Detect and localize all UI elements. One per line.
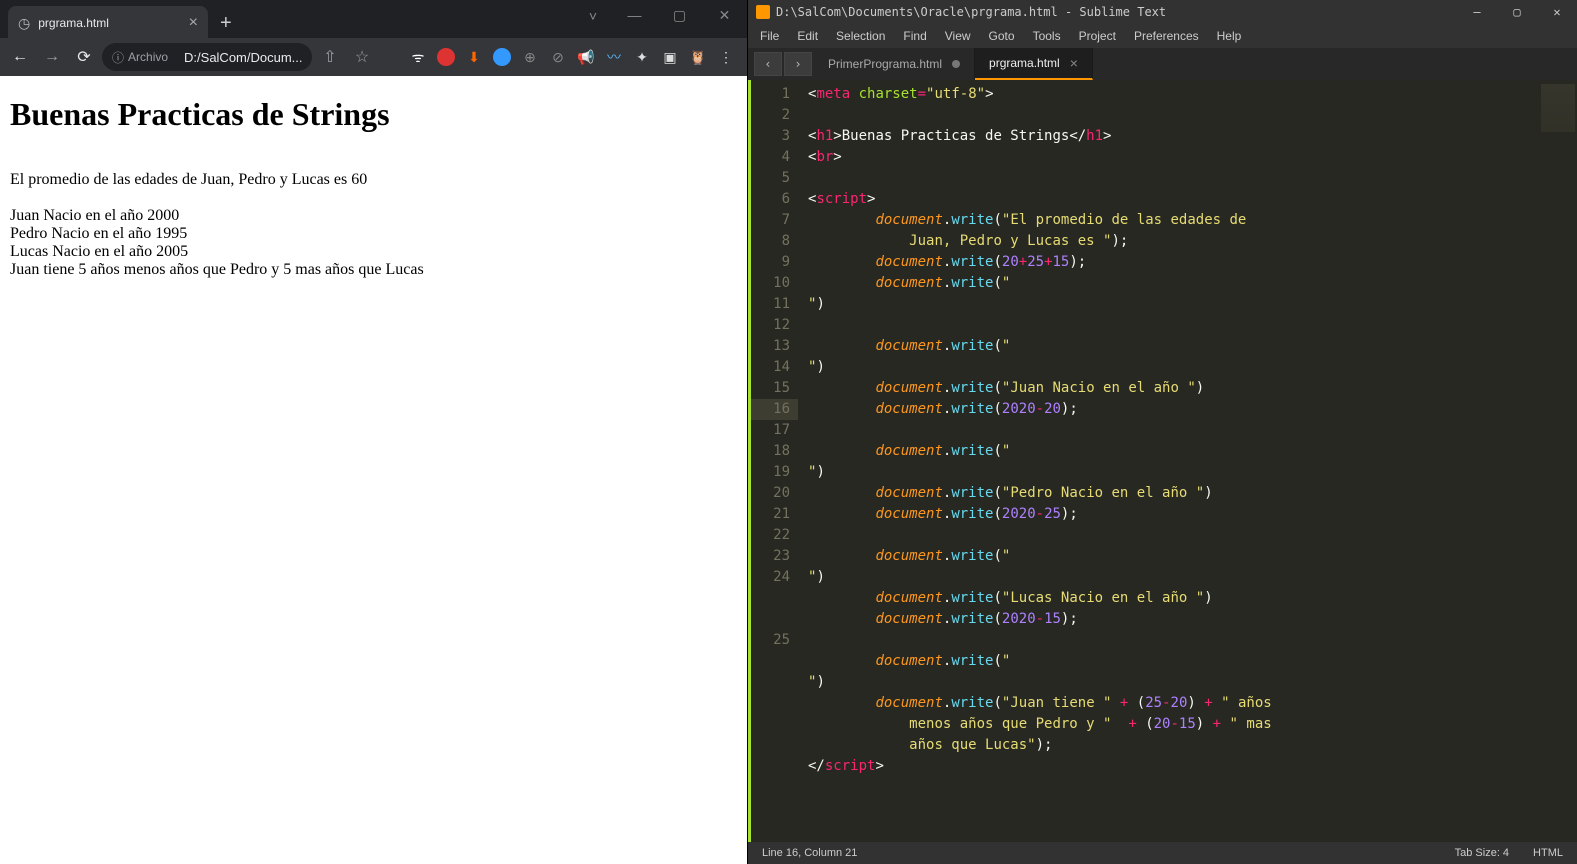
sublime-tab-bar: ‹ › PrimerPrograma.html prgrama.html × [748,48,1577,80]
forward-button[interactable]: → [38,43,66,71]
close-icon[interactable]: × [189,15,198,31]
menu-tools[interactable]: Tools [1025,29,1069,43]
tab-title: prgrama.html [38,16,109,30]
menu-view[interactable]: View [937,29,979,43]
window-controls: — ▢ ✕ [612,0,747,30]
editor-tab[interactable]: PrimerPrograma.html [814,48,975,80]
status-bar: Line 16, Column 21 Tab Size: 4 HTML [748,842,1577,864]
minimize-button[interactable]: — [1457,0,1497,24]
chrome-titlebar[interactable]: ◷ prgrama.html × + ˅ — ▢ ✕ [0,0,747,38]
status-tabsize[interactable]: Tab Size: 4 [1455,847,1509,859]
sidepanel-icon[interactable]: ▣ [661,48,679,66]
tab-nav-back[interactable]: ‹ [754,52,782,76]
sublime-titlebar[interactable]: D:\SalCom\Documents\Oracle\prgrama.html … [748,0,1577,24]
browser-tab[interactable]: ◷ prgrama.html × [8,6,208,40]
extension-icon[interactable]: ⬇ [465,48,483,66]
status-cursor[interactable]: Line 16, Column 21 [762,847,857,859]
page-content: Buenas Practicas de Strings El promedio … [0,76,747,864]
tab-nav-forward[interactable]: › [784,52,812,76]
extension-icon[interactable] [493,48,511,66]
menu-find[interactable]: Find [895,29,934,43]
window-controls: — ▢ ✕ [1457,0,1577,24]
reload-button[interactable]: ⟳ [70,43,98,71]
extension-icons: ᯤ ⬇ ⊕ ⊘ 📢 〰 ✦ ▣ 🦉 ⋮ [386,48,741,66]
tab-search-icon[interactable]: ˅ [589,8,597,24]
code-editor[interactable]: <meta charset="utf-8"> <h1>Buenas Practi… [798,80,1537,842]
minimap[interactable] [1537,80,1577,842]
minimap-viewport[interactable] [1541,84,1575,132]
editor-area: 123456789101112131415161718192021222324 … [748,80,1577,842]
status-lang[interactable]: HTML [1533,847,1563,859]
menu-selection[interactable]: Selection [828,29,893,43]
page-line: Juan Nacio en el año 2000 [10,207,737,225]
minimize-button[interactable]: — [612,0,657,30]
close-window-button[interactable]: ✕ [1537,0,1577,24]
tab-label: PrimerPrograma.html [828,57,942,71]
menu-project[interactable]: Project [1071,29,1124,43]
chrome-window: ◷ prgrama.html × + ˅ — ▢ ✕ ← → ⟳ ⓘ Archi… [0,0,748,864]
menu-file[interactable]: File [752,29,787,43]
sublime-title: D:\SalCom\Documents\Oracle\prgrama.html … [776,5,1166,19]
page-line: Pedro Nacio en el año 1995 [10,225,737,243]
page-line: El promedio de las edades de Juan, Pedro… [10,171,737,189]
page-line: Lucas Nacio en el año 2005 [10,243,737,261]
share-icon[interactable]: ⇧ [316,43,344,71]
editor-tab-active[interactable]: prgrama.html × [975,48,1093,80]
chrome-menu-icon[interactable]: ⋮ [717,48,735,66]
bookmark-icon[interactable]: ☆ [348,43,376,71]
sublime-menubar: File Edit Selection Find View Goto Tools… [748,24,1577,48]
extension-icon[interactable]: 📢 [577,48,595,66]
sublime-window: D:\SalCom\Documents\Oracle\prgrama.html … [748,0,1577,864]
back-button[interactable]: ← [6,43,34,71]
page-line: Juan tiene 5 años menos años que Pedro y… [10,261,737,279]
extension-icon[interactable]: ⊘ [549,48,567,66]
globe-icon: ◷ [18,15,30,32]
page-h1: Buenas Practicas de Strings [10,96,737,133]
extension-icon[interactable]: ⊕ [521,48,539,66]
maximize-button[interactable]: ▢ [1497,0,1537,24]
extension-icon[interactable]: 〰 [605,48,623,66]
menu-goto[interactable]: Goto [981,29,1023,43]
menu-edit[interactable]: Edit [789,29,826,43]
tab-label: prgrama.html [989,56,1060,70]
extension-icon[interactable] [437,48,455,66]
line-gutter[interactable]: 123456789101112131415161718192021222324 … [748,80,798,842]
page-info-icon[interactable]: ⓘ Archivo [112,49,168,66]
extensions-icon[interactable]: ✦ [633,48,651,66]
new-tab-button[interactable]: + [220,12,232,35]
extension-icon[interactable]: ᯤ [409,48,427,66]
url-text: D:/SalCom/Docum... [184,50,302,65]
maximize-button[interactable]: ▢ [657,0,702,30]
close-window-button[interactable]: ✕ [702,0,747,30]
close-icon[interactable]: × [1070,55,1078,71]
chrome-toolbar: ← → ⟳ ⓘ Archivo D:/SalCom/Docum... ⇧ ☆ ᯤ… [0,38,747,76]
sublime-logo-icon [756,5,770,19]
menu-help[interactable]: Help [1209,29,1250,43]
profile-icon[interactable]: 🦉 [689,48,707,66]
modified-dot-icon [952,60,960,68]
address-bar[interactable]: ⓘ Archivo D:/SalCom/Docum... [102,43,312,71]
menu-preferences[interactable]: Preferences [1126,29,1207,43]
